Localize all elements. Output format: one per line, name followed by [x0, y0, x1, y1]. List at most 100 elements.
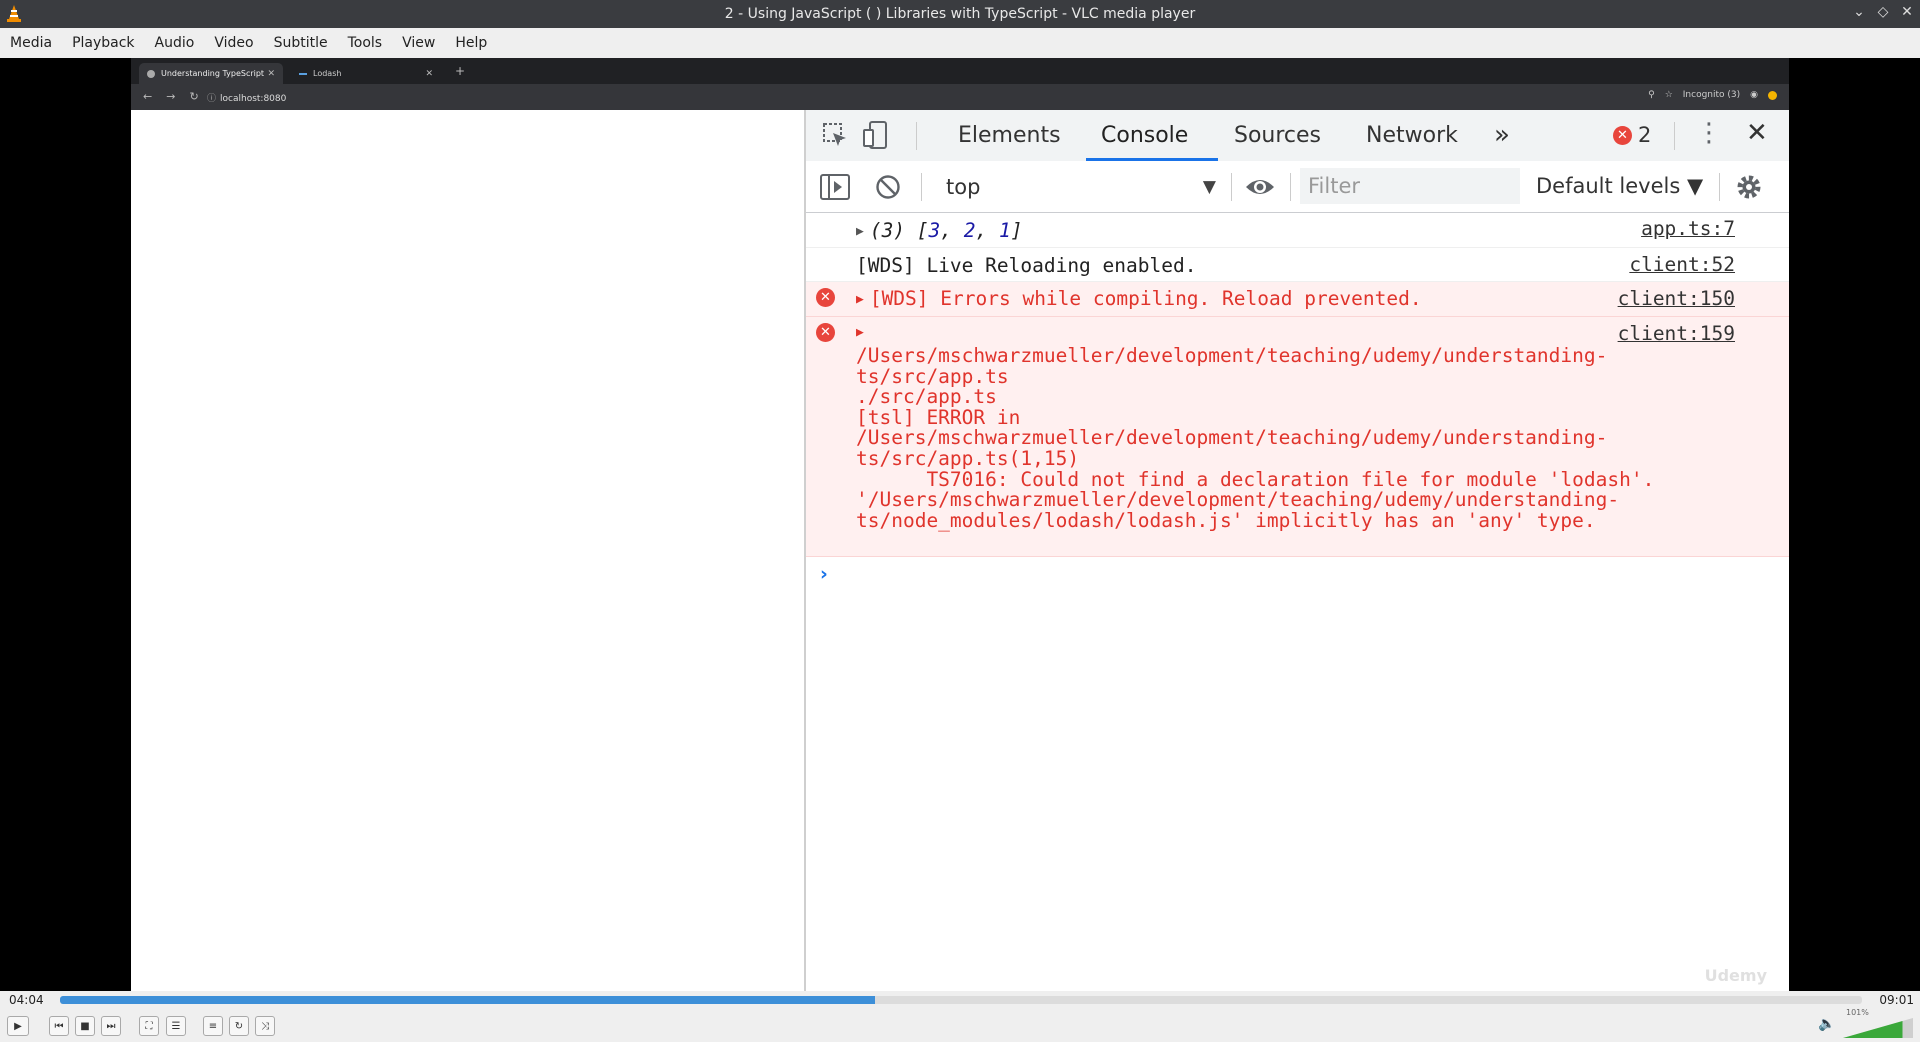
more-tabs-icon: » [1494, 120, 1510, 150]
title-bar: 2 - Using JavaScript ( ) Libraries with … [0, 0, 1920, 28]
forward-icon: → [166, 90, 176, 103]
url-text: localhost:8080 [220, 94, 287, 104]
console-filter-bar: top ▼ Default levels ▼ [806, 161, 1789, 213]
reload-icon: ↻ [189, 90, 199, 103]
seek-progress [60, 996, 875, 1004]
favicon-icon [299, 72, 307, 75]
play-button[interactable]: ▶ [7, 1016, 29, 1036]
seek-slider[interactable] [60, 996, 1862, 1004]
shuffle-button[interactable]: ⤨ [255, 1016, 275, 1036]
video-area[interactable]: Understanding TypeScript ✕ Lodash ✕ + ← … [0, 58, 1920, 991]
back-icon: ← [143, 90, 153, 103]
source-link: app.ts:7 [1641, 217, 1735, 240]
favicon-icon [147, 69, 155, 78]
menu-help[interactable]: Help [445, 35, 497, 51]
error-icon: ✕ [816, 323, 835, 342]
tab-sources: Sources [1234, 123, 1322, 148]
close-tab-icon: ✕ [425, 68, 433, 79]
console-error-message: ✕ ▶ client:159 /Users/mschwarzmueller/de… [806, 317, 1789, 557]
stop-icon: ■ [80, 1020, 90, 1032]
menu-view[interactable]: View [392, 35, 445, 51]
error-icon: ✕ [1613, 125, 1632, 145]
menu-media[interactable]: Media [0, 35, 62, 51]
array-suffix: ] [1010, 219, 1023, 242]
loop-button[interactable]: ↻ [229, 1016, 249, 1036]
loop-icon: ↻ [234, 1020, 244, 1032]
message-text: /Users/mschwarzmueller/development/teach… [856, 344, 1655, 532]
playlist-button[interactable]: ≡ [203, 1016, 223, 1036]
browser-address-bar: ← → ↻ ⓘ localhost:8080 ⚲ ☆ Incognito (3) … [131, 84, 1789, 110]
browser-tab-strip: Understanding TypeScript ✕ Lodash ✕ + [131, 58, 1789, 84]
tab-console: Console [1101, 123, 1189, 148]
kebab-menu-icon: ⋮ [1696, 118, 1722, 148]
expand-triangle-icon: ▶ [856, 224, 864, 239]
shuffle-icon: ⤨ [261, 1020, 269, 1032]
console-error-message: ✕ ▶ [WDS] Errors while compiling. Reload … [806, 282, 1789, 317]
filter-input [1300, 168, 1520, 204]
close-icon[interactable]: ✕ [1900, 4, 1914, 20]
browser-tab-label: Understanding TypeScript [161, 69, 265, 78]
extended-settings-button[interactable]: ☰ [166, 1016, 186, 1036]
menu-subtitle[interactable]: Subtitle [264, 35, 338, 51]
error-icon: ✕ [816, 288, 835, 307]
volume-level [1843, 1021, 1903, 1038]
devtools-panel: Elements Console Sources Network » ✕ 2 ⋮… [804, 110, 1789, 991]
volume-slider[interactable] [1843, 1018, 1913, 1038]
menu-playback[interactable]: Playback [62, 35, 144, 51]
seek-row: 04:04 09:01 [0, 991, 1920, 1009]
next-button[interactable]: ⏭ [101, 1016, 121, 1036]
array-value: 1 [999, 219, 1011, 242]
total-time: 09:01 [1879, 993, 1914, 1007]
play-icon: ▶ [14, 1020, 22, 1032]
browser-tab-lodash: Lodash ✕ [291, 63, 441, 84]
next-icon: ⏭ [106, 1020, 116, 1032]
console-message: ▶ (3) [3, 2, 1] app.ts:7 [806, 212, 1789, 248]
incognito-icon: ◉ [1750, 90, 1758, 100]
console-output: ▶ (3) [3, 2, 1] app.ts:7 [WDS] Live Reloa… [806, 212, 1789, 593]
menu-audio[interactable]: Audio [145, 35, 205, 51]
inspect-element-icon [823, 123, 846, 146]
page-content [131, 110, 804, 991]
previous-button[interactable]: ⏮ [49, 1016, 69, 1036]
browser-tab-label: Lodash [313, 69, 342, 78]
clear-console-icon [876, 175, 900, 199]
minimize-icon[interactable]: ⌄ [1852, 4, 1866, 20]
equalizer-icon: ☰ [171, 1020, 181, 1032]
tab-elements: Elements [958, 123, 1061, 148]
fullscreen-icon: ⛶ [145, 1020, 153, 1032]
fullscreen-button[interactable]: ⛶ [139, 1016, 159, 1036]
playlist-icon: ≡ [208, 1020, 218, 1032]
device-toolbar-icon [863, 121, 887, 149]
window-title: 2 - Using JavaScript ( ) Libraries with … [724, 6, 1196, 22]
browser-tab-typescript: Understanding TypeScript ✕ [139, 63, 283, 84]
log-levels-select: Default levels ▼ [1536, 174, 1704, 198]
restore-icon[interactable]: ◇ [1876, 4, 1890, 20]
context-value: top [946, 175, 981, 199]
volume-label: 101% [1846, 1008, 1869, 1017]
settings-gear-icon [1737, 175, 1761, 199]
caret-down-icon: ▼ [1202, 177, 1216, 197]
source-link: client:150 [1617, 287, 1735, 310]
info-icon: ⓘ [207, 94, 217, 104]
console-prompt-row: › [806, 557, 1789, 593]
menu-video[interactable]: Video [204, 35, 263, 51]
zoom-icon: ⚲ [1648, 90, 1655, 100]
expand-triangle-icon: ▶ [856, 292, 864, 307]
speaker-icon[interactable]: 🔈 [1818, 1016, 1835, 1032]
source-link: client:159 [1617, 322, 1735, 345]
close-tab-icon: ✕ [267, 68, 275, 79]
console-message: [WDS] Live Reloading enabled. client:52 [806, 248, 1789, 282]
previous-icon: ⏮ [54, 1020, 64, 1032]
url-field: ⓘ localhost:8080 [207, 91, 286, 104]
menu-bar: Media Playback Audio Video Subtitle Tool… [0, 28, 1920, 59]
array-value: 3 [928, 219, 941, 242]
stop-button[interactable]: ■ [75, 1016, 95, 1036]
array-prefix: (3) [ [869, 219, 929, 242]
playback-controls: ▶ ⏮ ■ ⏭ ⛶ ☰ ≡ ↻ ⤨ [0, 1009, 1920, 1042]
source-link: client:52 [1629, 253, 1735, 276]
expand-triangle-icon: ▶ [856, 325, 864, 340]
error-count: 2 [1638, 123, 1652, 147]
video-frame: Understanding TypeScript ✕ Lodash ✕ + ← … [131, 58, 1789, 991]
profile-label: Incognito (3) [1682, 90, 1741, 100]
menu-tools[interactable]: Tools [338, 35, 393, 51]
